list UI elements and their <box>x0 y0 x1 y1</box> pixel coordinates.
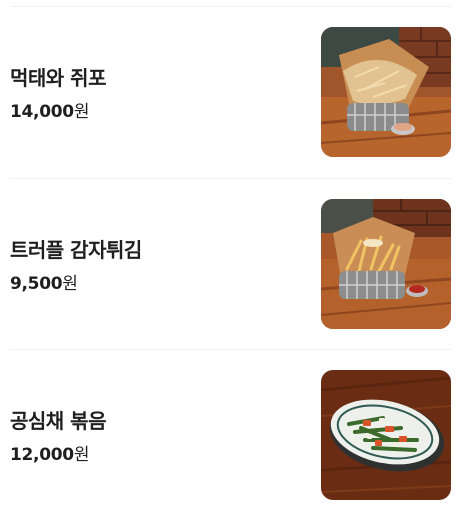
menu-item-fried-pollock-and-filefish[interactable]: 먹태와 쥐포 14,000원 <box>10 27 451 157</box>
price-amount: 14,000 <box>10 102 74 122</box>
menu-item-price: 9,500원 <box>10 269 78 294</box>
menu-item-name: 먹태와 쥐포 <box>10 66 106 90</box>
menu-item-price: 14,000원 <box>10 97 89 122</box>
truffle-fries-basket-photo <box>321 199 451 329</box>
menu-item-name: 트러플 감자튀김 <box>10 238 142 262</box>
menu-item-truffle-fries[interactable]: 트러플 감자튀김 9,500원 <box>10 199 451 329</box>
price-amount: 12,000 <box>10 445 74 465</box>
divider <box>10 349 451 350</box>
top-divider <box>10 6 451 7</box>
stir-fried-greens-plate-photo <box>321 370 451 500</box>
fried-snack-basket-photo <box>321 27 451 157</box>
price-currency: 원 <box>73 445 90 465</box>
menu-item-stir-fried-water-spinach[interactable]: 공심채 볶음 12,000원 <box>10 370 451 500</box>
menu-item-price: 12,000원 <box>10 440 89 465</box>
divider <box>10 178 451 179</box>
price-amount: 9,500 <box>10 274 63 294</box>
price-currency: 원 <box>73 102 90 122</box>
price-currency: 원 <box>62 274 78 294</box>
menu-item-name: 공심채 볶음 <box>10 409 106 433</box>
